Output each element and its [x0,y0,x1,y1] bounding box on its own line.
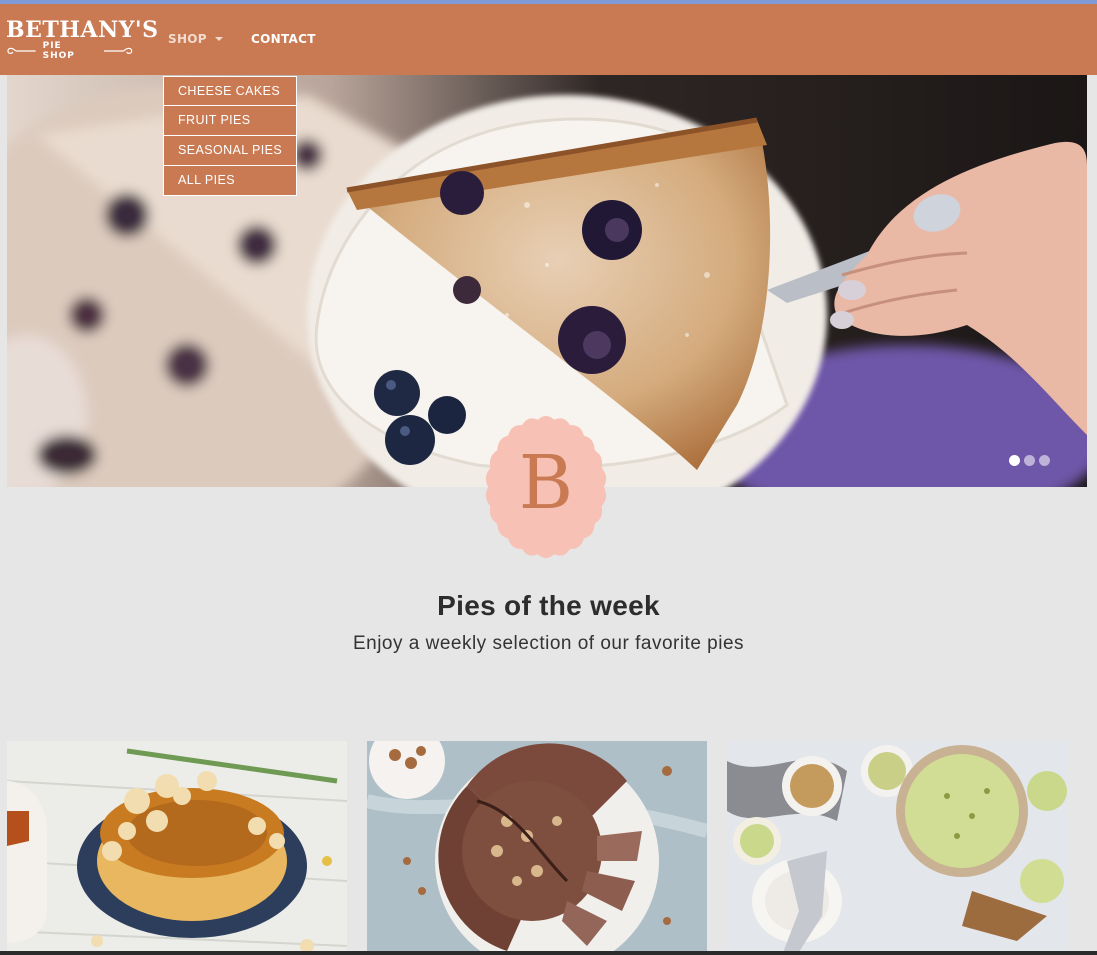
nav-shop-label: SHOP [168,32,207,46]
window-bottom-border [0,951,1097,955]
pie-card-2[interactable] [367,741,707,955]
carousel-dot-1[interactable] [1009,455,1020,466]
right-swirl-icon [104,47,133,54]
brand-tagline-row: PIE SHOP [6,41,134,61]
menu-item-fruit-pies[interactable]: FRUIT PIES [163,106,297,136]
brand-logo[interactable]: BETHANY'S PIE SHOP [6,17,159,61]
menu-item-all-pies[interactable]: ALL PIES [163,166,297,196]
brand-name: BETHANY'S [6,17,159,43]
pie-card-1[interactable] [7,741,347,955]
caramel-popcorn-cheesecake-image [7,741,347,955]
carousel-indicators [1009,455,1050,466]
navbar: BETHANY'S PIE SHOP SHOP CONTACT [0,4,1097,75]
scalloped-badge-icon: B [485,415,607,559]
menu-item-cheese-cakes[interactable]: CHEESE CAKES [163,76,297,106]
left-swirl-icon [7,47,36,54]
nav-contact-link[interactable]: CONTACT [251,32,316,46]
caret-down-icon [214,37,223,41]
carousel-dot-3[interactable] [1039,455,1050,466]
menu-item-seasonal-pies[interactable]: SEASONAL PIES [163,136,297,166]
carousel-dot-2[interactable] [1024,455,1035,466]
nav-shop-dropdown[interactable]: SHOP [168,32,223,46]
badge-letter: B [519,440,573,526]
brand-badge: B [484,415,608,559]
section-subtitle: Enjoy a weekly selection of our favorite… [352,633,745,654]
pie-card-3[interactable] [727,741,1067,955]
section-title: Pies of the week [437,590,660,621]
shop-dropdown-menu: CHEESE CAKES FRUIT PIES SEASONAL PIES AL… [163,76,297,196]
chocolate-hazelnut-pie-image [367,741,707,955]
pistachio-pie-image [727,741,1067,955]
brand-tagline: PIE SHOP [42,41,75,61]
